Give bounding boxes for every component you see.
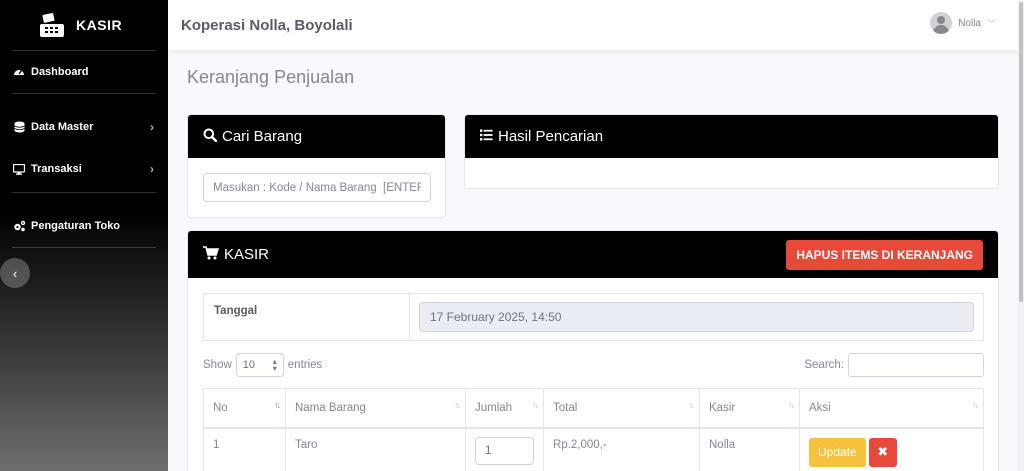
column-label: Nama Barang (295, 401, 366, 414)
table-row: 1 Taro 1 Rp.2,000,- Nolla Update ✖ (203, 427, 984, 471)
database-icon (12, 120, 26, 134)
cell-no: 1 (203, 427, 286, 471)
search-card-header: Cari Barang (188, 115, 445, 158)
sidebar-item-pengaturan-toko[interactable]: Pengaturan Toko (0, 205, 168, 247)
column-header-aksi[interactable]: Aksi ↑↓ (799, 388, 984, 429)
sidebar-item-label: Pengaturan Toko (31, 220, 121, 232)
update-button[interactable]: Update (809, 437, 866, 467)
entries-value: 10 (242, 359, 256, 371)
chevron-down-icon: ﹀ (986, 18, 996, 29)
date-field: 17 February 2025, 14:50 (419, 302, 974, 332)
search-result-card: Hasil Pencarian (464, 114, 999, 189)
cell-jumlah: 1 (465, 427, 544, 471)
table-search: Search: (804, 353, 984, 377)
column-label: No (213, 401, 228, 414)
cogs-icon (12, 219, 26, 233)
kasir-card-header: KASIR HAPUS ITEMS DI KERANJANG (188, 231, 998, 278)
cell-aksi: Update ✖ (799, 427, 984, 471)
sort-icon: ↑↓ (274, 400, 281, 410)
cash-register-icon (38, 12, 66, 38)
sidebar-item-label: Transaksi (31, 163, 82, 175)
quantity-input[interactable]: 1 (475, 436, 534, 465)
dashboard-icon (12, 65, 26, 79)
sidebar-divider (12, 247, 156, 248)
column-label: Aksi (809, 401, 831, 414)
sort-icon: ↑↓ (454, 400, 461, 410)
show-label: Show (203, 359, 232, 371)
delete-button[interactable]: ✖ (868, 437, 897, 467)
sidebar-item-label: Data Master (31, 121, 94, 133)
cell-nama-barang: Taro (285, 427, 466, 471)
sort-icon: ↑↓ (688, 400, 695, 410)
column-label: Jumlah (475, 401, 513, 414)
product-search-input[interactable] (203, 173, 431, 202)
table-header-row: No ↑↓ Nama Barang ↑↓ Jumlah ↑↓ Total ↑↓ Kasi… (203, 388, 984, 429)
cart-table: No ↑↓ Nama Barang ↑↓ Jumlah ↑↓ Total ↑↓ Kasi… (203, 388, 984, 471)
sidebar-item-dashboard[interactable]: Dashboard (0, 51, 168, 93)
sort-icon: ↑↓ (532, 400, 539, 410)
select-arrows-icon: ▴ ▾ (272, 357, 277, 373)
column-header-jumlah[interactable]: Jumlah ↑↓ (465, 388, 544, 429)
store-name: Koperasi Nolla, Boyolali (181, 16, 353, 34)
column-label: Total (553, 401, 578, 414)
result-card-header: Hasil Pencarian (465, 115, 998, 158)
chevron-left-icon: ‹ (12, 265, 18, 281)
page-title: Keranjang Penjualan (187, 67, 355, 87)
result-card-title: Hasil Pencarian (498, 128, 604, 145)
kasir-card: KASIR HAPUS ITEMS DI KERANJANG Tanggal 1… (187, 230, 999, 471)
search-label: Search: (804, 359, 844, 371)
search-card-title: Cari Barang (222, 128, 303, 145)
sidebar-brand[interactable]: KASIR (0, 0, 168, 50)
column-header-no[interactable]: No ↑↓ (203, 388, 286, 429)
column-header-total[interactable]: Total ↑↓ (543, 388, 700, 429)
avatar (930, 12, 953, 34)
date-label: Tanggal (204, 294, 410, 340)
table-controls: Show 10 ▴ ▾ entries Search: (203, 353, 984, 377)
sidebar-item-label: Dashboard (31, 66, 89, 78)
entries-select[interactable]: 10 ▴ ▾ (235, 353, 284, 377)
brand-name: KASIR (76, 17, 123, 33)
sort-icon: ↑↓ (788, 400, 795, 410)
chevron-right-icon: › (150, 162, 154, 176)
table-search-input[interactable] (848, 353, 984, 377)
sidebar-toggle-button[interactable]: ‹ (0, 258, 30, 288)
shopping-cart-icon (203, 245, 220, 264)
desktop-icon (12, 162, 26, 176)
cell-kasir: Nolla (699, 427, 800, 471)
sort-icon: ↑↓ (972, 400, 979, 410)
column-header-kasir[interactable]: Kasir ↑↓ (699, 388, 800, 429)
sidebar-item-transaksi[interactable]: Transaksi › (0, 148, 168, 190)
cell-total: Rp.2,000,- (543, 427, 700, 471)
clear-cart-button[interactable]: HAPUS ITEMS DI KERANJANG (786, 240, 983, 270)
sidebar: KASIR Dashboard Data Master › Transaksi … (0, 0, 168, 471)
search-card: Cari Barang (187, 114, 446, 218)
chevron-right-icon: › (150, 120, 154, 134)
kasir-card-title: KASIR (224, 246, 270, 263)
user-dropdown[interactable]: Nolla ﹀ (930, 12, 996, 34)
sidebar-item-data-master[interactable]: Data Master › (0, 106, 168, 148)
user-name: Nolla (958, 17, 981, 29)
list-icon (480, 128, 493, 145)
topbar: Koperasi Nolla, Boyolali Nolla ﹀ (168, 0, 1018, 50)
column-header-nama-barang[interactable]: Nama Barang ↑↓ (285, 388, 466, 429)
column-label: Kasir (709, 401, 736, 414)
scrollbar-thumb[interactable] (1019, 2, 1023, 302)
date-value-cell: 17 February 2025, 14:50 (410, 294, 983, 340)
date-row: Tanggal 17 February 2025, 14:50 (203, 293, 984, 341)
page-scrollbar[interactable] (1018, 0, 1024, 471)
search-icon (203, 128, 218, 146)
entries-length: Show 10 ▴ ▾ entries (203, 353, 322, 377)
entries-label: entries (287, 359, 323, 371)
